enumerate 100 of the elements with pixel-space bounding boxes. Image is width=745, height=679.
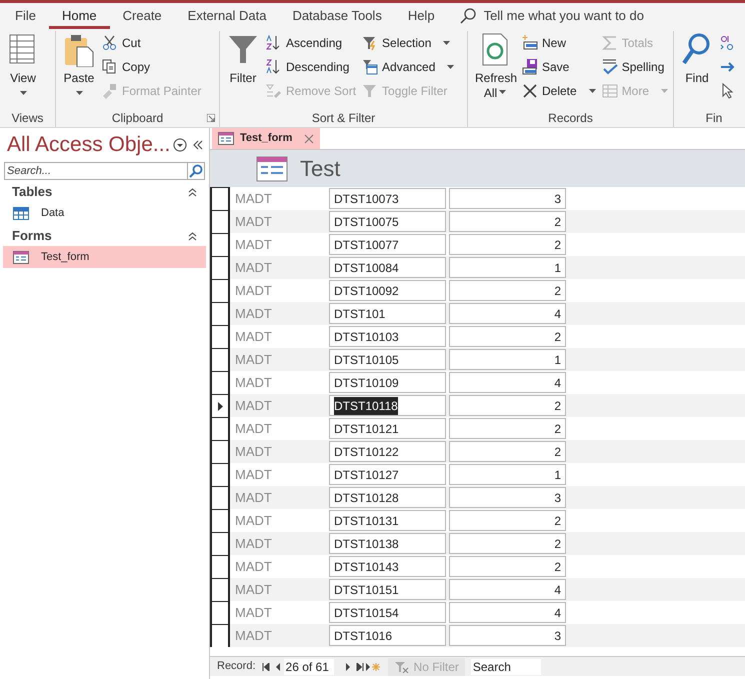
caret-icon <box>447 64 454 68</box>
text-field[interactable]: DTST10143 <box>329 556 446 577</box>
record-selector[interactable] <box>210 394 230 417</box>
number-field[interactable]: 2 <box>449 418 566 439</box>
number-field[interactable]: 2 <box>449 280 566 301</box>
number-field[interactable]: 1 <box>449 349 566 370</box>
number-field[interactable]: 2 <box>449 533 566 554</box>
text-field[interactable]: DTST10128 <box>329 487 446 508</box>
number-field[interactable]: 2 <box>449 211 566 232</box>
record-selector[interactable] <box>210 371 230 394</box>
collapse-icon[interactable] <box>188 232 197 240</box>
record-selector[interactable] <box>210 256 230 279</box>
record-selector[interactable] <box>210 210 230 233</box>
ribbon-button[interactable]: View <box>4 30 42 108</box>
collapse-icon[interactable] <box>193 140 203 150</box>
record-selector[interactable] <box>210 509 230 532</box>
number-field[interactable]: 3 <box>449 487 566 508</box>
form-title: Test <box>300 155 340 183</box>
tell-me-field[interactable]: Tell me what you want to do <box>484 6 684 26</box>
text-field[interactable]: DTST10092 <box>329 280 446 301</box>
number-field[interactable]: 2 <box>449 556 566 577</box>
menu-tab[interactable]: Home <box>48 3 110 28</box>
text-field[interactable]: DTST10127 <box>329 464 446 485</box>
text-field[interactable]: DTST10084 <box>329 257 446 278</box>
text-field[interactable]: DTST10109 <box>329 372 446 393</box>
record-number-field[interactable]: 26 of 61 <box>284 658 334 674</box>
number-field[interactable]: 4 <box>449 372 566 393</box>
nav-item[interactable]: Data <box>3 202 206 224</box>
record-selector[interactable] <box>210 440 230 463</box>
text-field[interactable]: DTST10075 <box>329 211 446 232</box>
text-field[interactable]: DTST10103 <box>329 326 446 347</box>
number-field[interactable]: 2 <box>449 234 566 255</box>
text-field[interactable]: DTST10138 <box>329 533 446 554</box>
ribbon-button[interactable]: Spelling <box>602 56 670 76</box>
text-field[interactable]: DTST10077 <box>329 234 446 255</box>
dialog-launcher-icon[interactable] <box>207 114 215 122</box>
menu-tab[interactable]: Create <box>110 3 175 28</box>
record-selector[interactable] <box>210 555 230 578</box>
record-selector[interactable] <box>210 302 230 325</box>
ribbon-button[interactable]: Selection <box>362 32 456 52</box>
text-field[interactable]: DTST1016 <box>329 625 446 646</box>
ribbon-button[interactable]: Save <box>522 56 598 76</box>
close-icon[interactable] <box>304 134 314 144</box>
record-selector[interactable] <box>210 463 230 486</box>
ribbon-button[interactable]: Descending <box>266 56 358 76</box>
record-selector[interactable] <box>210 325 230 348</box>
ribbon-button[interactable]: Paste <box>60 30 98 108</box>
number-field[interactable]: 2 <box>449 510 566 531</box>
text-field[interactable]: DTST10105 <box>329 349 446 370</box>
number-field[interactable]: 4 <box>449 303 566 324</box>
menu-tab[interactable]: External Data <box>174 3 280 28</box>
group-label: Clipboard <box>112 110 164 126</box>
text-field[interactable]: DTST10151 <box>329 579 446 600</box>
number-field[interactable]: 2 <box>449 326 566 347</box>
text-field[interactable]: DTST10154 <box>329 602 446 623</box>
record-selector[interactable] <box>210 532 230 555</box>
ribbon-button[interactable]: New <box>522 32 598 52</box>
collapse-icon[interactable] <box>188 188 197 196</box>
record-selector[interactable] <box>210 279 230 302</box>
ribbon-button[interactable]: Ascending <box>266 32 358 52</box>
record-selector[interactable] <box>210 486 230 509</box>
ribbon-button[interactable]: Find <box>678 30 716 108</box>
record-selector[interactable] <box>210 624 230 647</box>
search-icon[interactable] <box>187 162 205 180</box>
record-selector[interactable] <box>210 187 230 210</box>
dropdown-icon[interactable] <box>173 138 187 152</box>
text-field[interactable]: DTST101 <box>329 303 446 324</box>
menu-tab[interactable]: File <box>2 3 49 28</box>
number-field[interactable]: 2 <box>449 441 566 462</box>
ribbon-button[interactable]: Refresh All <box>472 30 518 108</box>
ribbon-button[interactable]: Copy <box>102 56 204 76</box>
number-field[interactable]: 3 <box>449 188 566 209</box>
search-field[interactable]: Search <box>470 658 541 674</box>
ribbon-button[interactable]: Cut <box>102 32 204 52</box>
number-field[interactable]: 1 <box>449 257 566 278</box>
nav-item[interactable]: Test_form <box>3 246 206 268</box>
record-selector[interactable] <box>210 348 230 371</box>
search-field[interactable]: Search... <box>4 162 188 180</box>
record-selector[interactable] <box>210 417 230 440</box>
menu-tab[interactable]: Database Tools <box>279 3 395 28</box>
ribbon-button[interactable]: Delete <box>522 80 598 100</box>
menu-tab[interactable]: Help <box>394 3 448 28</box>
text-field[interactable]: DTST10073 <box>329 188 446 209</box>
text-field[interactable]: DTST10118 <box>329 395 446 416</box>
document-tab[interactable]: Test_form <box>212 128 320 149</box>
record-selector[interactable] <box>210 233 230 256</box>
ribbon-button[interactable]: Filter <box>224 30 262 108</box>
ribbon-button[interactable]: Advanced <box>362 56 456 76</box>
record-selector[interactable] <box>210 601 230 624</box>
text-field[interactable]: DTST10122 <box>329 441 446 462</box>
number-field[interactable]: 4 <box>449 579 566 600</box>
text-field[interactable]: DTST10121 <box>329 418 446 439</box>
section-header[interactable]: Tables <box>12 182 52 202</box>
record-selector[interactable] <box>210 578 230 601</box>
section-header[interactable]: Forms <box>12 226 52 246</box>
number-field[interactable]: 4 <box>449 602 566 623</box>
text-field[interactable]: DTST10131 <box>329 510 446 531</box>
number-field[interactable]: 2 <box>449 395 566 416</box>
number-field[interactable]: 1 <box>449 464 566 485</box>
number-field[interactable]: 3 <box>449 625 566 646</box>
